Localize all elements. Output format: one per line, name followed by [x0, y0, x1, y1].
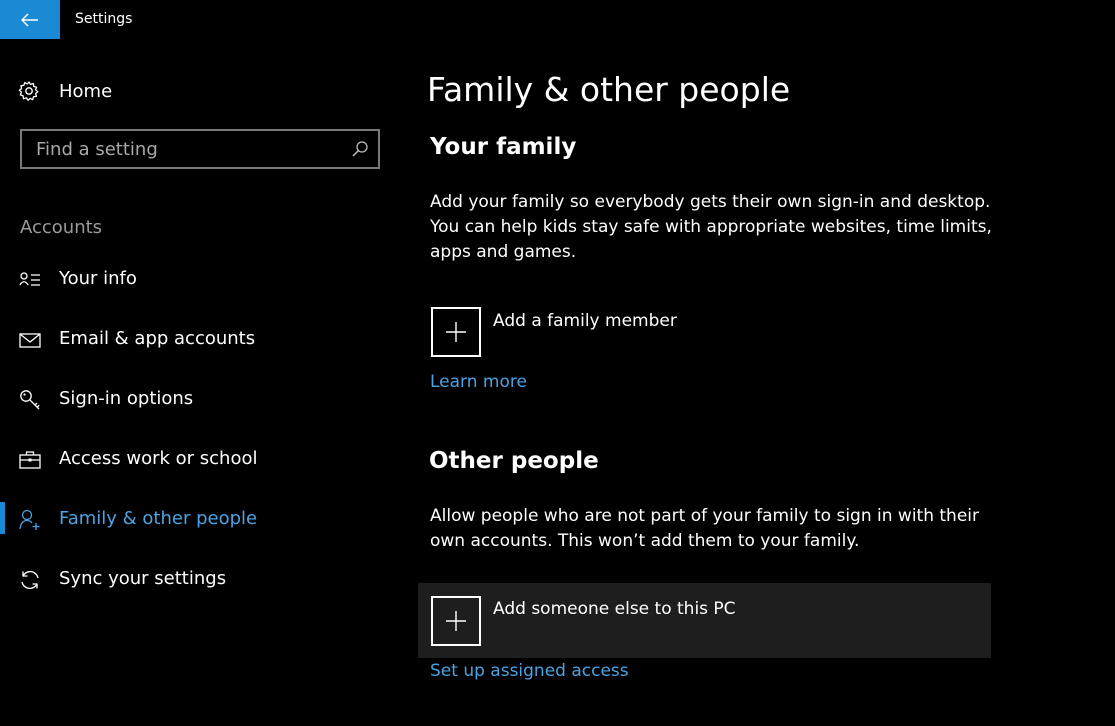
- section-label-accounts: Accounts: [20, 217, 103, 238]
- sidebar-item-family[interactable]: Family & other people: [0, 500, 400, 540]
- person-list-icon: [19, 272, 40, 286]
- add-someone-else-button[interactable]: Add someone else to this PC: [418, 583, 991, 658]
- active-indicator: [0, 502, 5, 534]
- plus-icon: [446, 322, 466, 342]
- sidebar-item-label: Email & app accounts: [59, 328, 256, 349]
- other-people-description: Allow people who are not part of your fa…: [430, 506, 979, 551]
- search-input[interactable]: [22, 131, 342, 167]
- plus-box: [431, 596, 481, 646]
- sidebar-item-your-info[interactable]: Your info: [0, 260, 400, 300]
- other-people-heading: Other people: [429, 448, 599, 474]
- title-bar: Settings: [0, 0, 1115, 39]
- your-family-description: Add your family so everybody gets their …: [430, 192, 992, 262]
- home-label: Home: [59, 80, 113, 102]
- person-add-icon: [19, 509, 40, 530]
- window-title: Settings: [75, 11, 133, 27]
- briefcase-icon: [19, 451, 41, 469]
- key-icon: [20, 390, 40, 410]
- mail-icon: [19, 333, 41, 348]
- plus-icon: [446, 611, 466, 631]
- add-someone-else-label: Add someone else to this PC: [493, 599, 736, 619]
- search-icon[interactable]: [351, 140, 369, 158]
- assigned-access-link[interactable]: Set up assigned access: [430, 661, 629, 681]
- sidebar-item-label: Sync your settings: [59, 568, 227, 589]
- sidebar-item-label: Family & other people: [59, 508, 258, 529]
- sync-icon: [21, 570, 39, 590]
- page-title: Family & other people: [427, 70, 791, 109]
- home-nav-item[interactable]: Home: [18, 78, 378, 104]
- sidebar-item-email-accounts[interactable]: Email & app accounts: [0, 320, 400, 360]
- add-family-member-button[interactable]: Add a family member: [431, 307, 731, 357]
- plus-box: [431, 307, 481, 357]
- back-arrow-icon: [21, 12, 38, 27]
- your-family-heading: Your family: [430, 134, 577, 160]
- sidebar-item-label: Access work or school: [59, 448, 258, 469]
- learn-more-link[interactable]: Learn more: [430, 372, 527, 392]
- sidebar-item-label: Your info: [59, 268, 137, 289]
- sidebar-item-sync[interactable]: Sync your settings: [0, 560, 400, 600]
- search-box[interactable]: [20, 129, 380, 169]
- sidebar-item-label: Sign-in options: [59, 388, 194, 409]
- sidebar-item-sign-in-options[interactable]: Sign-in options: [0, 380, 400, 420]
- add-family-member-label: Add a family member: [493, 311, 677, 331]
- gear-icon: [18, 81, 39, 101]
- sidebar-item-access-work[interactable]: Access work or school: [0, 440, 400, 480]
- back-button[interactable]: [0, 0, 60, 39]
